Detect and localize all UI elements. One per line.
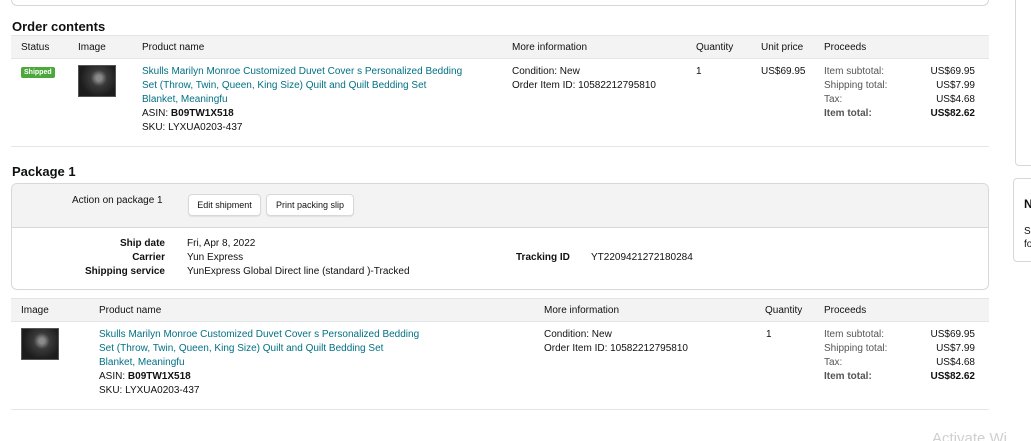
col-proceeds: Proceeds bbox=[824, 305, 867, 316]
col-quantity: Quantity bbox=[696, 42, 734, 53]
item-total-label: Item total: bbox=[824, 108, 872, 119]
previous-section-box bbox=[11, 0, 989, 6]
tax-value: US$4.68 bbox=[936, 357, 975, 368]
edit-shipment-button[interactable]: Edit shipment bbox=[188, 194, 261, 216]
col-proceeds: Proceeds bbox=[824, 42, 867, 53]
col-status: Status bbox=[21, 42, 50, 53]
subtotal-value: US$69.95 bbox=[930, 66, 975, 77]
asin-label: ASIN: bbox=[99, 371, 126, 382]
proceeds-block: Item subtotal: US$69.95 Shipping total: … bbox=[824, 65, 976, 125]
asin-value: B09TW1X518 bbox=[170, 108, 234, 119]
subtotal-value: US$69.95 bbox=[930, 329, 975, 340]
item-total-value: US$82.62 bbox=[930, 108, 975, 119]
asin-line: ASIN: B09TW1X518 bbox=[99, 370, 191, 384]
order-contents-title: Order contents bbox=[12, 19, 106, 34]
package-items-header: Image Product name More information Quan… bbox=[11, 298, 989, 322]
sku-value: LYXUA0203-437 bbox=[168, 122, 243, 133]
subtotal-label: Item subtotal: bbox=[824, 329, 885, 340]
side-panel-top bbox=[1015, 0, 1031, 166]
row-divider bbox=[11, 409, 989, 410]
col-unit-price: Unit price bbox=[761, 42, 804, 53]
sku-line: SKU: LYXUA0203-437 bbox=[142, 121, 242, 135]
product-thumbnail[interactable] bbox=[21, 328, 59, 360]
status-badge: Shipped bbox=[21, 67, 55, 78]
item-total-label: Item total: bbox=[824, 371, 872, 382]
quantity-value: 1 bbox=[766, 329, 772, 340]
order-contents-header: Status Image Product name More informati… bbox=[11, 35, 989, 59]
col-quantity: Quantity bbox=[765, 305, 803, 316]
product-thumbnail[interactable] bbox=[78, 65, 116, 97]
product-title-line[interactable]: Set (Throw, Twin, Queen, King Size) Quil… bbox=[142, 79, 482, 93]
side-card-heading: N bbox=[1024, 197, 1031, 211]
subtotal-label: Item subtotal: bbox=[824, 66, 885, 77]
col-image: Image bbox=[78, 42, 106, 53]
shipping-value: US$7.99 bbox=[936, 343, 975, 354]
sku-line: SKU: LYXUA0203-437 bbox=[99, 384, 199, 398]
package-actions-bar: Action on package 1 Edit shipment Print … bbox=[12, 184, 988, 228]
sku-value: LYXUA0203-437 bbox=[125, 385, 200, 396]
tax-label: Tax: bbox=[824, 94, 843, 105]
col-product-name: Product name bbox=[142, 42, 205, 53]
order-item-id: Order Item ID: 10582212795810 bbox=[512, 80, 656, 91]
condition-text: Condition: New bbox=[512, 66, 580, 77]
product-title-line[interactable]: Blanket, Meaningfu bbox=[142, 93, 482, 107]
side-card-line: fo bbox=[1024, 239, 1031, 250]
side-card-line: S bbox=[1024, 226, 1031, 237]
product-title-line[interactable]: Set (Throw, Twin, Queen, King Size) Quil… bbox=[99, 342, 439, 356]
unit-price-value: US$69.95 bbox=[761, 66, 806, 77]
ship-date-value: Fri, Apr 8, 2022 bbox=[187, 238, 256, 249]
carrier-value: Yun Express bbox=[187, 252, 244, 263]
col-product-name: Product name bbox=[99, 305, 162, 316]
proceeds-block: Item subtotal: US$69.95 Shipping total: … bbox=[824, 328, 976, 388]
quantity-value: 1 bbox=[696, 66, 702, 77]
side-card: N S fo bbox=[1013, 178, 1031, 262]
sku-label: SKU: bbox=[99, 385, 123, 396]
asin-label: ASIN: bbox=[142, 108, 169, 119]
tax-value: US$4.68 bbox=[936, 94, 975, 105]
col-more-info: More information bbox=[544, 305, 620, 316]
col-more-info: More information bbox=[512, 42, 588, 53]
shipping-label: Shipping total: bbox=[824, 80, 888, 91]
ship-date-label: Ship date bbox=[119, 238, 165, 249]
carrier-label: Carrier bbox=[132, 252, 165, 263]
package-box: Action on package 1 Edit shipment Print … bbox=[11, 183, 989, 290]
shipping-label: Shipping total: bbox=[824, 343, 888, 354]
product-title-link[interactable]: Skulls Marilyn Monroe Customized Duvet C… bbox=[99, 328, 439, 370]
product-title-line[interactable]: Skulls Marilyn Monroe Customized Duvet C… bbox=[142, 65, 482, 79]
condition-text: Condition: New bbox=[544, 329, 612, 340]
tracking-id-value[interactable]: YT2209421272180284 bbox=[591, 251, 693, 265]
side-card-text: S fo bbox=[1024, 225, 1031, 251]
sku-label: SKU: bbox=[142, 122, 166, 133]
tracking-id-label: Tracking ID bbox=[516, 252, 570, 263]
package-title: Package 1 bbox=[12, 164, 76, 179]
asin-value: B09TW1X518 bbox=[127, 371, 191, 382]
item-total-value: US$82.62 bbox=[930, 371, 975, 382]
col-image: Image bbox=[21, 305, 49, 316]
asin-line: ASIN: B09TW1X518 bbox=[142, 107, 234, 121]
print-packing-slip-button[interactable]: Print packing slip bbox=[266, 194, 354, 216]
product-title-line[interactable]: Skulls Marilyn Monroe Customized Duvet C… bbox=[99, 328, 439, 342]
order-item-id: Order Item ID: 10582212795810 bbox=[544, 343, 688, 354]
shipping-service-label: Shipping service bbox=[84, 266, 165, 277]
product-title-link[interactable]: Skulls Marilyn Monroe Customized Duvet C… bbox=[142, 65, 482, 107]
activate-windows-watermark: Activate Wi bbox=[932, 430, 1008, 441]
product-title-line[interactable]: Blanket, Meaningfu bbox=[99, 356, 439, 370]
shipping-value: US$7.99 bbox=[936, 80, 975, 91]
row-divider bbox=[11, 146, 989, 147]
shipping-service-value: YunExpress Global Direct line (standard … bbox=[187, 266, 410, 277]
action-label: Action on package 1 bbox=[72, 195, 163, 206]
tax-label: Tax: bbox=[824, 357, 843, 368]
